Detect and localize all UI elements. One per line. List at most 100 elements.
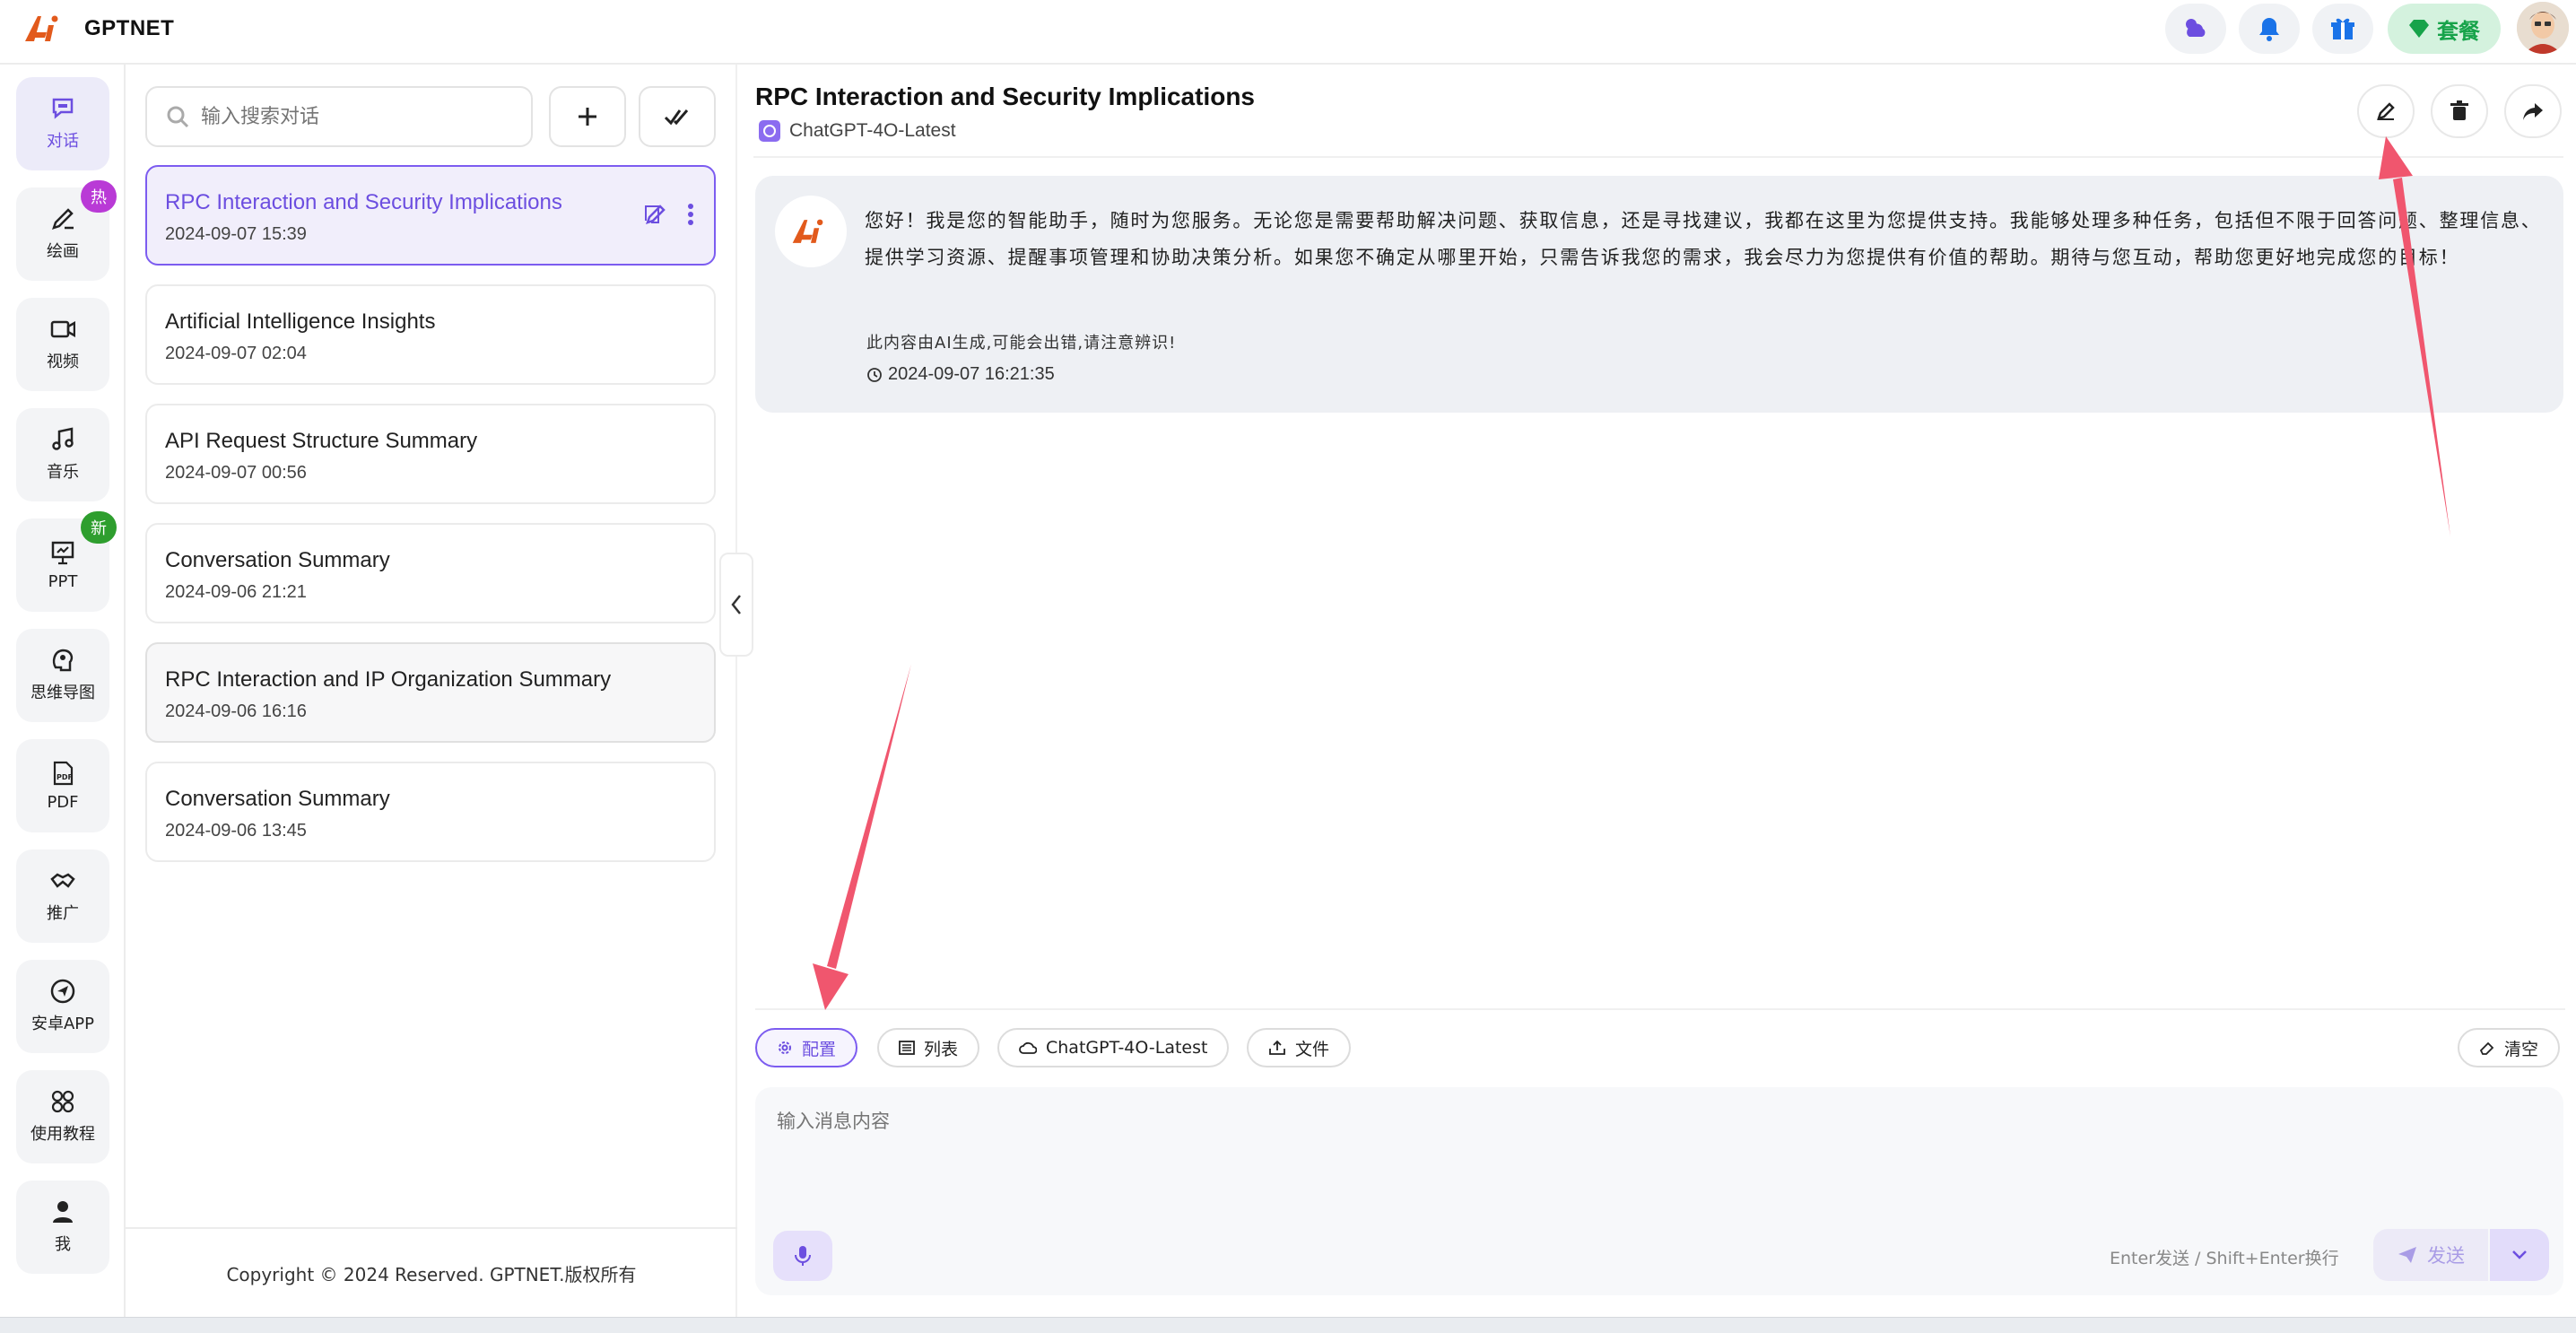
- new-conversation-button[interactable]: [549, 86, 626, 147]
- assistant-message: 您好！我是您的智能助手，随时为您服务。无论您是需要帮助解决问题、获取信息，还是寻…: [755, 176, 2563, 413]
- share-chat-button[interactable]: [2504, 84, 2562, 138]
- nav-label: 安卓APP: [30, 1015, 95, 1033]
- user-avatar[interactable]: [2517, 2, 2569, 54]
- ai-disclaimer: 此内容由AI生成,可能会出错,请注意辨识!: [866, 334, 1177, 353]
- nav-item-9[interactable]: 使用教程: [16, 1070, 109, 1163]
- conversation-item[interactable]: Artificial Intelligence Insights 2024-09-…: [145, 284, 716, 385]
- edit-icon[interactable]: [644, 203, 667, 226]
- conversation-title: RPC Interaction and IP Organization Summ…: [165, 667, 612, 692]
- conversation-title: API Request Structure Summary: [165, 429, 478, 453]
- edit-chat-button[interactable]: [2357, 84, 2415, 138]
- copyright-footer: Copyright © 2024 Reserved. GPTNET.版权所有: [126, 1227, 737, 1317]
- handshake-icon: [50, 873, 75, 888]
- nav-item-1[interactable]: 绘画 热: [16, 180, 117, 281]
- eraser-icon: [2479, 1041, 2494, 1055]
- pdf-icon: PDF: [53, 761, 74, 785]
- window-bottom-strip: [0, 1317, 2576, 1333]
- config-label: 配置: [802, 1039, 837, 1059]
- list-button[interactable]: 列表: [877, 1028, 980, 1067]
- clear-label: 清空: [2504, 1039, 2539, 1059]
- left-nav: 对话绘画 热视频音乐 PPT 新思维导图 PDF PDF 推广安卓APP 使用教程我: [0, 65, 126, 1317]
- nav-item-3[interactable]: 音乐: [16, 408, 109, 501]
- paint-icon: [52, 208, 74, 230]
- nav-label: 推广: [47, 904, 79, 923]
- nav-item-0[interactable]: 对话: [16, 77, 109, 170]
- clock-icon: [867, 367, 882, 382]
- nav-label: 视频: [47, 353, 79, 371]
- send-button[interactable]: 发送: [2373, 1229, 2488, 1281]
- mindmap-icon: [52, 649, 74, 672]
- file-button[interactable]: 文件: [1247, 1028, 1352, 1067]
- send-options-button[interactable]: [2490, 1229, 2549, 1281]
- list-icon: [899, 1041, 915, 1055]
- conversation-date: 2024-09-07 15:39: [165, 224, 307, 244]
- nav-item-10[interactable]: 我: [16, 1181, 109, 1274]
- message-time-text: 2024-09-07 16:21:35: [888, 364, 1055, 384]
- gift-icon[interactable]: [2312, 4, 2373, 54]
- conversation-search[interactable]: [145, 86, 533, 147]
- message-input[interactable]: [777, 1107, 2535, 1179]
- nav-item-6[interactable]: PDF PDF: [16, 739, 109, 832]
- toolbar-divider: [755, 1008, 2565, 1010]
- conversation-date: 2024-09-07 00:56: [165, 463, 307, 483]
- svg-text:PDF: PDF: [57, 773, 73, 781]
- user-icon: [53, 1201, 73, 1223]
- clear-button[interactable]: 清空: [2458, 1028, 2561, 1067]
- bell-icon[interactable]: [2239, 4, 2300, 54]
- conversation-item[interactable]: Conversation Summary 2024-09-06 21:21: [145, 523, 716, 623]
- diamond-icon: [2409, 20, 2429, 38]
- send-icon: [50, 979, 75, 1004]
- plus-icon: [579, 108, 596, 126]
- nav-badge: 热: [81, 180, 117, 213]
- nav-item-4[interactable]: PPT 新: [16, 511, 117, 612]
- list-label: 列表: [924, 1039, 959, 1059]
- search-input[interactable]: [201, 105, 506, 128]
- search-icon: [167, 106, 189, 128]
- nav-badge: 新: [81, 511, 117, 544]
- delete-chat-button[interactable]: [2431, 84, 2488, 138]
- nav-item-7[interactable]: 推广: [16, 849, 109, 943]
- model-name: ChatGPT-4O-Latest: [789, 120, 956, 141]
- collapse-panel-handle[interactable]: [719, 553, 753, 657]
- conversation-item[interactable]: RPC Interaction and Security Implication…: [145, 165, 716, 266]
- upload-icon: [1269, 1040, 1285, 1055]
- model-select-button[interactable]: ChatGPT-4O-Latest: [997, 1028, 1230, 1067]
- conversation-title: Artificial Intelligence Insights: [165, 309, 436, 334]
- microphone-icon: [795, 1246, 811, 1266]
- voice-input-button[interactable]: [773, 1231, 832, 1281]
- video-icon: [50, 320, 75, 338]
- nav-label: 使用教程: [30, 1125, 95, 1144]
- grid-icon: [51, 1090, 74, 1113]
- more-vertical-icon[interactable]: [687, 203, 694, 226]
- app-logo[interactable]: [22, 11, 68, 47]
- conversation-actions: [644, 203, 694, 226]
- conversation-item[interactable]: Conversation Summary 2024-09-06 13:45: [145, 762, 716, 862]
- nav-label: 思维导图: [30, 684, 95, 702]
- nav-item-8[interactable]: 安卓APP: [16, 960, 109, 1053]
- chevron-down-icon: [2512, 1250, 2527, 1259]
- multi-select-button[interactable]: [639, 86, 716, 147]
- conversation-item[interactable]: RPC Interaction and IP Organization Summ…: [145, 642, 716, 743]
- conversation-date: 2024-09-06 16:16: [165, 701, 307, 721]
- presentation-icon: [51, 541, 74, 564]
- trash-icon: [2450, 100, 2468, 120]
- nav-label: 音乐: [47, 463, 79, 482]
- model-indicator: ChatGPT-4O-Latest: [759, 120, 956, 142]
- composer: Enter发送 / Shift+Enter换行 发送: [755, 1087, 2563, 1295]
- model-select-label: ChatGPT-4O-Latest: [1046, 1038, 1208, 1058]
- package-button[interactable]: 套餐: [2388, 4, 2501, 54]
- conversation-item[interactable]: API Request Structure Summary 2024-09-07 …: [145, 404, 716, 504]
- conversation-title: Conversation Summary: [165, 548, 390, 572]
- conversation-date: 2024-09-06 21:21: [165, 582, 307, 602]
- message-text: 您好！我是您的智能助手，随时为您服务。无论您是需要帮助解决问题、获取信息，还是寻…: [865, 210, 2542, 268]
- package-label: 套餐: [2437, 19, 2480, 44]
- conversation-date: 2024-09-06 13:45: [165, 821, 307, 841]
- message-timestamp: 2024-09-07 16:21:35: [866, 364, 1055, 385]
- double-check-icon: [664, 109, 689, 126]
- weather-icon[interactable]: [2165, 4, 2226, 54]
- keyboard-hint: Enter发送 / Shift+Enter换行: [2110, 1249, 2339, 1268]
- nav-item-5[interactable]: 思维导图: [16, 629, 109, 722]
- config-button[interactable]: 配置: [755, 1028, 858, 1067]
- conversation-title: RPC Interaction and Security Implication…: [165, 190, 562, 214]
- nav-item-2[interactable]: 视频: [16, 298, 109, 391]
